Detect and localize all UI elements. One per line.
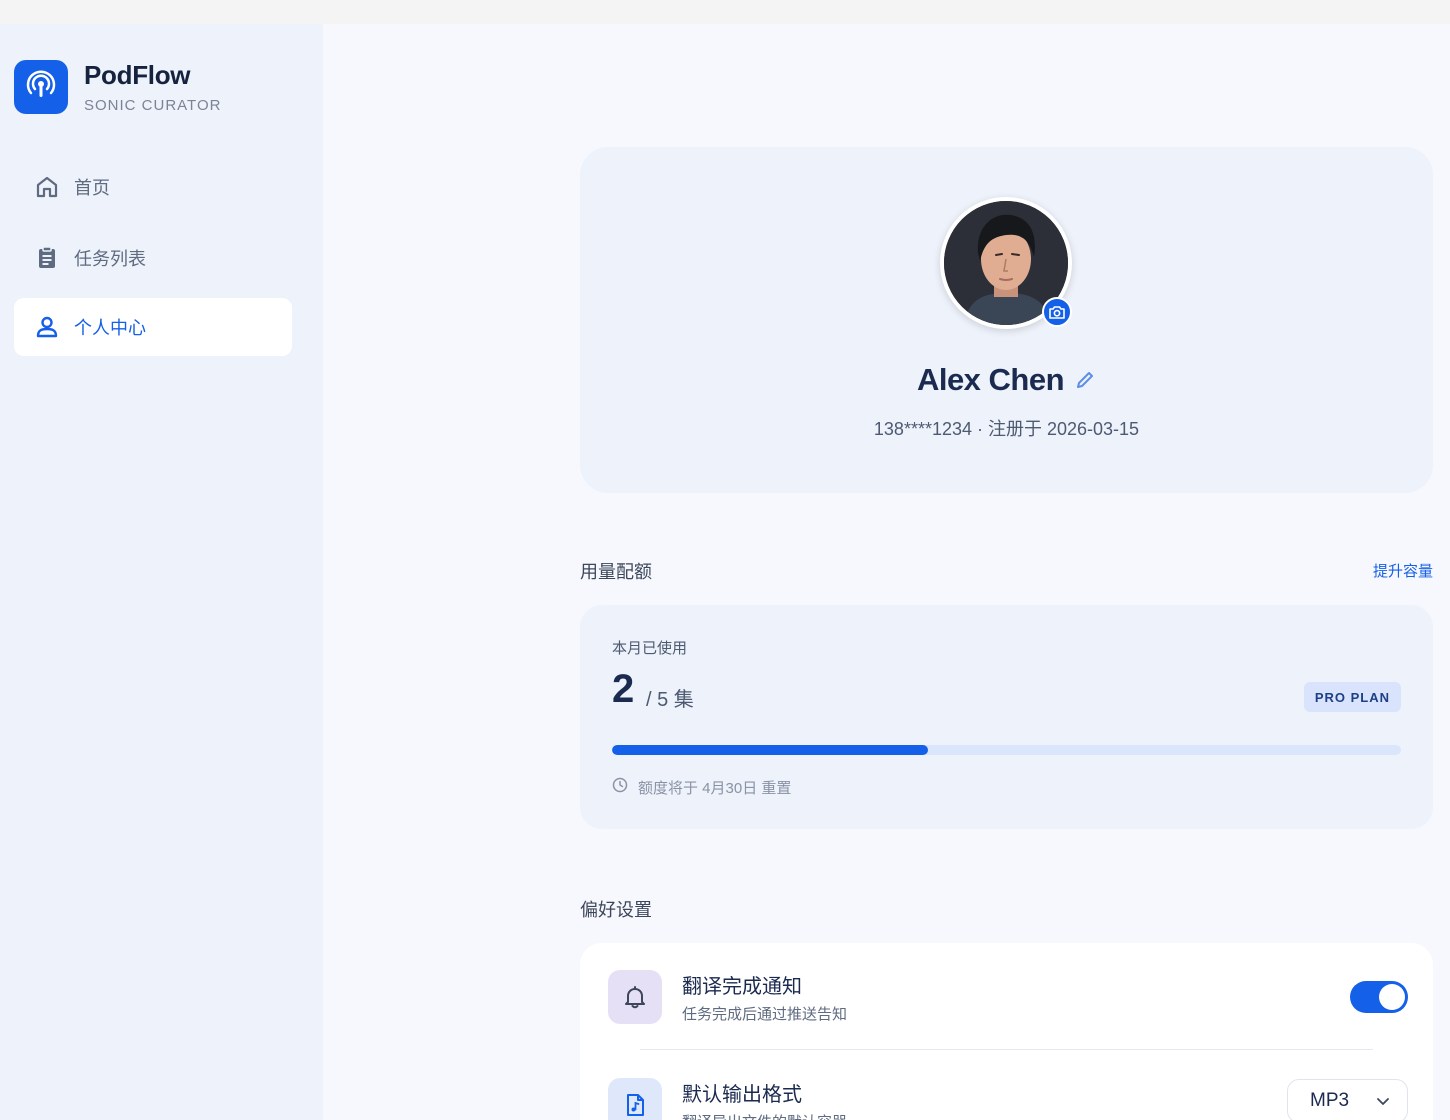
chevron-down-icon	[1375, 1093, 1391, 1114]
quota-reset-text: 额度将于 4月30日 重置	[638, 780, 792, 797]
quota-progress-bar	[612, 745, 1401, 755]
select-value: MP3	[1310, 1090, 1350, 1111]
divider	[640, 1049, 1373, 1050]
brand-tagline: SONIC CURATOR	[84, 97, 222, 114]
podcast-icon	[14, 60, 68, 114]
quota-used-count: 2	[612, 667, 635, 711]
quota-label: 本月已使用	[612, 640, 688, 657]
music-file-icon	[608, 1078, 662, 1120]
avatar-wrap	[940, 197, 1072, 329]
pref-title: 默认输出格式	[682, 1084, 802, 1106]
user-meta: 138****1234 · 注册于 2026-03-15	[873, 419, 1140, 439]
sidebar-item-label: 个人中心	[74, 318, 146, 338]
clipboard-icon	[34, 245, 60, 271]
pref-title: 翻译完成通知	[682, 976, 802, 998]
sidebar: PodFlow SONIC CURATOR 首页 任务列表 个人中心	[0, 24, 323, 1120]
bell-icon	[608, 970, 662, 1024]
pref-row-output-format: 默认输出格式 翻译导出文件的默认容器 MP3	[608, 1077, 1408, 1120]
sidebar-item-home[interactable]: 首页	[14, 158, 292, 216]
plan-badge: PRO PLAN	[1303, 682, 1401, 712]
brand: PodFlow SONIC CURATOR	[14, 60, 221, 114]
home-icon	[34, 174, 60, 200]
upgrade-capacity-link[interactable]: 提升容量	[1373, 560, 1433, 581]
quota-section-title: 用量配额	[580, 562, 652, 582]
output-format-select[interactable]: MP3	[1287, 1079, 1408, 1120]
pencil-icon[interactable]	[1074, 369, 1096, 391]
sidebar-item-label: 任务列表	[74, 249, 146, 269]
window-top-bar	[0, 0, 1450, 24]
user-name: Alex Chen	[916, 362, 1065, 397]
toggle-knob	[1379, 984, 1405, 1010]
brand-name: PodFlow	[84, 60, 191, 90]
sidebar-item-profile[interactable]: 个人中心	[14, 298, 292, 356]
sidebar-item-label: 首页	[74, 178, 110, 198]
quota-progress-fill	[612, 745, 928, 755]
pref-desc: 翻译导出文件的默认容器	[682, 1111, 847, 1120]
preferences-card: 翻译完成通知 任务完成后通过推送告知 默认输出格式 翻译导出文件的默认容器	[580, 943, 1433, 1120]
user-icon	[34, 314, 60, 340]
pref-desc: 任务完成后通过推送告知	[682, 1006, 848, 1023]
main-content: Alex Chen 138****1234 · 注册于 2026-03-15 用…	[323, 24, 1450, 1120]
preferences-section-title: 偏好设置	[580, 900, 652, 920]
profile-card: Alex Chen 138****1234 · 注册于 2026-03-15	[580, 147, 1433, 493]
quota-total: / 5 集	[646, 689, 694, 711]
sidebar-item-tasks[interactable]: 任务列表	[14, 229, 292, 287]
camera-icon[interactable]	[1042, 297, 1072, 327]
notification-toggle[interactable]	[1350, 981, 1408, 1013]
quota-reset-row: 额度将于 4月30日 重置	[612, 777, 791, 798]
quota-card: 本月已使用 2 / 5 集 PRO PLAN 额度将于 4月30日 重置	[580, 605, 1433, 829]
pref-row-notification: 翻译完成通知 任务完成后通过推送告知	[608, 969, 1408, 1025]
clock-icon	[612, 777, 628, 798]
